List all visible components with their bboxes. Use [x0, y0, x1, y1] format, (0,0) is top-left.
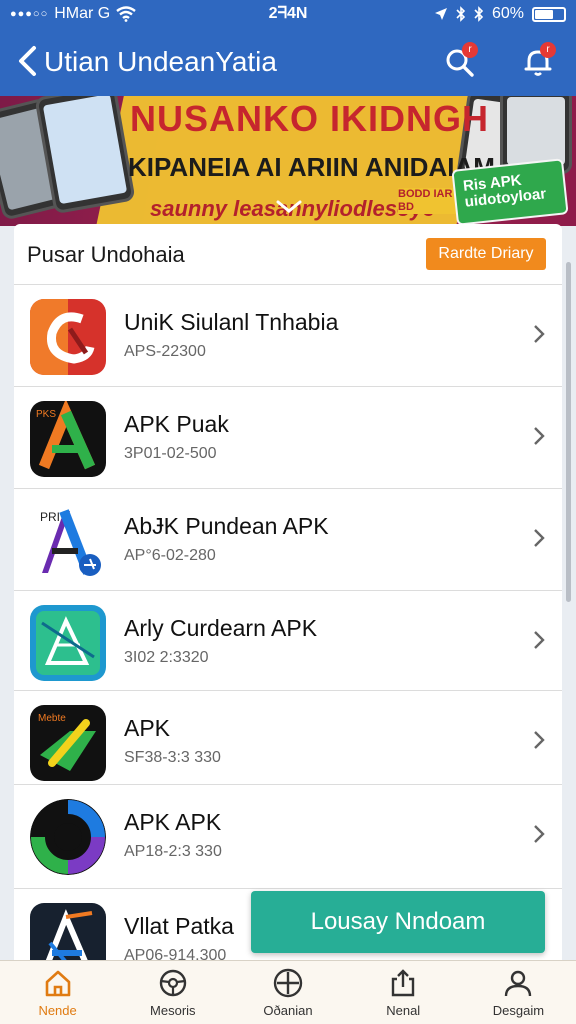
red-brand-icon	[30, 299, 106, 375]
app-name: Vllat Patka	[124, 913, 234, 939]
person-icon	[505, 970, 532, 997]
app-meta: 3I02 2:3320	[124, 649, 209, 666]
chevron-right-icon	[534, 529, 545, 547]
bottom-tab-bar: Nende Mesoris Oðanian Nenal Desgaim	[0, 960, 576, 1024]
blue-a-icon	[30, 903, 106, 964]
chevron-right-icon	[534, 427, 545, 445]
tab-profile[interactable]: Desgaim	[461, 961, 576, 1024]
app-meta: AP18-2:3 330	[124, 843, 222, 860]
app-list-item[interactable]: Mebte APK SF38-3:3 330	[14, 690, 562, 788]
location-arrow-icon	[434, 8, 447, 20]
battery-fill	[535, 9, 553, 19]
battery-percent: 60%	[491, 5, 524, 22]
bluetooth-icon	[456, 6, 466, 22]
chevron-right-icon	[534, 731, 545, 749]
app-name: APK Puak	[124, 411, 229, 437]
search-button[interactable]: r	[440, 42, 480, 82]
svg-text:PRI: PRI	[40, 510, 60, 524]
tab-label: Mesoris	[150, 1003, 196, 1018]
ring-icon	[30, 799, 106, 875]
notification-badge: r	[540, 42, 556, 58]
app-name: APK	[124, 715, 171, 741]
green-arrow-icon: Mebte	[30, 705, 106, 781]
banner-headline: NUSANKO IKIDNGH	[130, 98, 490, 139]
chevron-right-icon	[534, 325, 545, 343]
scrollbar[interactable]	[566, 262, 571, 602]
tab-home[interactable]: Nende	[0, 961, 115, 1024]
app-name: Arly Curdearn APK	[124, 615, 318, 641]
app-meta: SF38-3:3 330	[124, 749, 221, 766]
status-bar: ●●●○○ HMar G 2ᖷ4N 60%	[0, 0, 576, 28]
battery-icon	[532, 6, 566, 22]
app-list-card: Pusar Undohaia Rardte Driary UniK Siulan…	[14, 224, 562, 964]
tab-share[interactable]: Nenal	[346, 961, 461, 1024]
tab-label: Desgaim	[492, 1003, 545, 1018]
tab-label: Oðanian	[263, 1003, 313, 1018]
app-meta: APS-22300	[124, 343, 206, 360]
search-badge: r	[462, 42, 478, 58]
app-list-item[interactable]: UniK Siulanl Tnhabia APS-22300	[14, 284, 562, 386]
back-arrow-icon[interactable]	[14, 44, 42, 78]
section-title: Pusar Undohaia	[27, 242, 185, 267]
app-list-item[interactable]: Arly Curdearn APK 3I02 2:3320	[14, 590, 562, 692]
app-name: AbɈK Pundean APK	[124, 513, 329, 539]
svg-text:Mebte: Mebte	[38, 713, 66, 724]
banner-subheadline: KIPANEIA AI ARIIN ANIDAIAM	[128, 152, 495, 182]
banner-cta-button[interactable]: Ris APK uidotoyloar	[451, 158, 569, 226]
app-list-item[interactable]: PKS APK Puak 3P01-02-500	[14, 386, 562, 488]
green-a-icon: PKS	[30, 401, 106, 477]
notifications-button[interactable]: r	[518, 42, 558, 82]
chevron-right-icon	[534, 825, 545, 843]
tab-messages[interactable]: Mesoris	[115, 961, 230, 1024]
app-list-item[interactable]: APK APK AP18-2:3 330	[14, 784, 562, 888]
app-bar: Utian UndeanYatia r r	[0, 28, 576, 96]
purple-a-icon: PRI	[30, 503, 106, 579]
tab-label: Nenal	[386, 1003, 421, 1018]
tab-add[interactable]: Oðanian	[230, 961, 345, 1024]
app-name: APK APK	[124, 809, 222, 835]
section-action-button[interactable]: Rardte Driary	[426, 238, 546, 270]
chevron-right-icon	[534, 631, 545, 649]
app-meta: AP°6-02-280	[124, 547, 216, 564]
promo-banner[interactable]: NUSANKO IKIDNGH KIPANEIA AI ARIIN ANIDAI…	[0, 96, 576, 226]
bluetooth-icon-2	[474, 6, 484, 22]
app-list-item[interactable]: PRI AbɈK Pundean APK AP°6-02-280	[14, 488, 562, 590]
home-icon	[45, 970, 70, 997]
section-header: Pusar Undohaia Rardte Driary	[14, 224, 562, 284]
chevron-down-icon[interactable]	[276, 200, 302, 214]
teal-a-icon	[30, 605, 106, 681]
wheel-icon	[159, 969, 186, 997]
page-title: Utian UndeanYatia	[44, 46, 277, 77]
banner-small-text: BODD IAR BD	[398, 188, 458, 214]
app-name: UniK Siulanl Tnhabia	[124, 309, 339, 335]
plus-circle-icon	[273, 968, 303, 998]
svg-text:PKS: PKS	[36, 409, 56, 420]
share-icon	[392, 969, 415, 997]
tab-label: Nende	[38, 1003, 77, 1018]
app-meta: 3P01-02-500	[124, 445, 217, 462]
download-button[interactable]: Lousay Nndoam	[251, 891, 545, 953]
